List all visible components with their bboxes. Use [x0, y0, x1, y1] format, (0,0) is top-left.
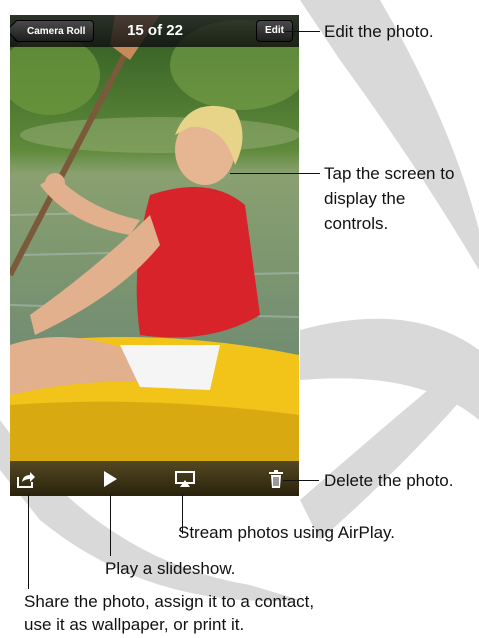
trash-icon[interactable]: [266, 469, 286, 489]
photo-position-title: 15 of 22: [127, 22, 183, 39]
play-callout: Play a slideshow.: [105, 559, 236, 578]
share-icon[interactable]: [16, 469, 36, 489]
edit-callout: Edit the photo.: [324, 22, 434, 41]
share-callout-line2: use it as wallpaper, or print it.: [24, 615, 245, 634]
play-callout-line: [110, 494, 111, 556]
back-button-label: Camera Roll: [27, 26, 86, 37]
tap-callout-line: [230, 173, 320, 174]
camera-roll-back-button[interactable]: Camera Roll: [14, 20, 95, 42]
airplay-callout: Stream photos using AirPlay.: [178, 523, 396, 542]
delete-callout-line: [283, 480, 319, 481]
edit-callout-line: [285, 31, 320, 32]
tap-callout-line2: display the: [324, 189, 406, 208]
airplay-icon[interactable]: [175, 469, 195, 489]
photo-viewer-screen[interactable]: Camera Roll 15 of 22 Edit: [10, 15, 299, 496]
kayaker-photo[interactable]: [10, 15, 299, 496]
tap-callout-line1: Tap the screen to: [324, 164, 455, 183]
share-callout-line: [28, 494, 29, 589]
delete-callout: Delete the photo.: [324, 471, 454, 490]
share-callout-line1: Share the photo, assign it to a contact,: [24, 592, 315, 611]
play-icon[interactable]: [100, 469, 120, 489]
tap-callout-line3: controls.: [324, 214, 389, 233]
bottom-toolbar: [10, 461, 299, 496]
